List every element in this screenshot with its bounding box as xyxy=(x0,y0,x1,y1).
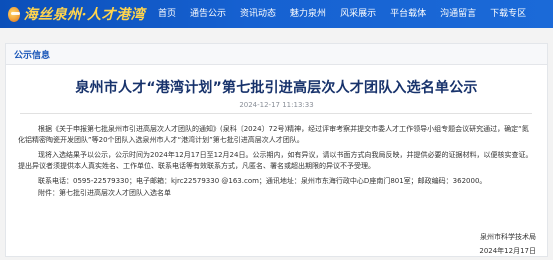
signature-organization: 泉州市科学技术局 xyxy=(480,233,536,241)
nav-item-home[interactable]: 首页 xyxy=(151,0,183,28)
logo-emblem-icon xyxy=(8,6,20,22)
article-title: 泉州市人才“港湾计划”第七批引进高层次人才团队入选名单公示 xyxy=(75,80,478,96)
paragraph-attachment[interactable]: 附件：第七批引进高层次人才团队入选名单 xyxy=(18,188,535,199)
paragraph-basis: 根据《关于申报第七批泉州市引进高层次人才团队的通知》(泉科〔2024〕72号)精… xyxy=(18,125,529,144)
paragraph-contact: 联系电话：0595-22579330；电子邮箱：kjrc22579330 @16… xyxy=(38,177,487,185)
nav-item-platforms[interactable]: 平台载体 xyxy=(383,0,433,28)
title-divider xyxy=(20,113,532,114)
nav-item-charm-quanzhou[interactable]: 魅力泉州 xyxy=(283,0,333,28)
main-nav: 首页 通告公示 资讯动态 魅力泉州 风采展示 平台载体 沟通留言 下载专区 xyxy=(151,0,533,28)
nav-item-news[interactable]: 资讯动态 xyxy=(233,0,283,28)
content-panel: 公示信息 泉州市人才“港湾计划”第七批引进高层次人才团队入选名单公示 2024-… xyxy=(5,43,548,257)
paragraph-publicity: 现将入选结果予以公示，公示时间为2024年12月17日至12月24日。公示期内，… xyxy=(18,151,533,170)
nav-item-announcements[interactable]: 通告公示 xyxy=(183,0,233,28)
top-navigation-bar: 海丝泉州·人才港湾 首页 通告公示 资讯动态 魅力泉州 风采展示 平台载体 沟通… xyxy=(0,0,553,28)
article-body: 根据《关于申报第七批泉州市引进高层次人才团队的通知》(泉科〔2024〕72号)精… xyxy=(18,124,535,200)
article-date: 2024-12-17 11:13:33 xyxy=(239,101,314,109)
signature-date: 2024年12月17日 xyxy=(479,247,536,255)
section-title: 公示信息 xyxy=(14,50,51,61)
nav-item-messages[interactable]: 沟通留言 xyxy=(433,0,483,28)
section-header: 公示信息 xyxy=(6,44,547,65)
logo-text: 海丝泉州·人才港湾 xyxy=(23,7,145,23)
nav-item-downloads[interactable]: 下载专区 xyxy=(483,0,533,28)
site-logo[interactable]: 海丝泉州·人才港湾 xyxy=(0,0,145,28)
nav-item-showcase[interactable]: 风采展示 xyxy=(333,0,383,28)
